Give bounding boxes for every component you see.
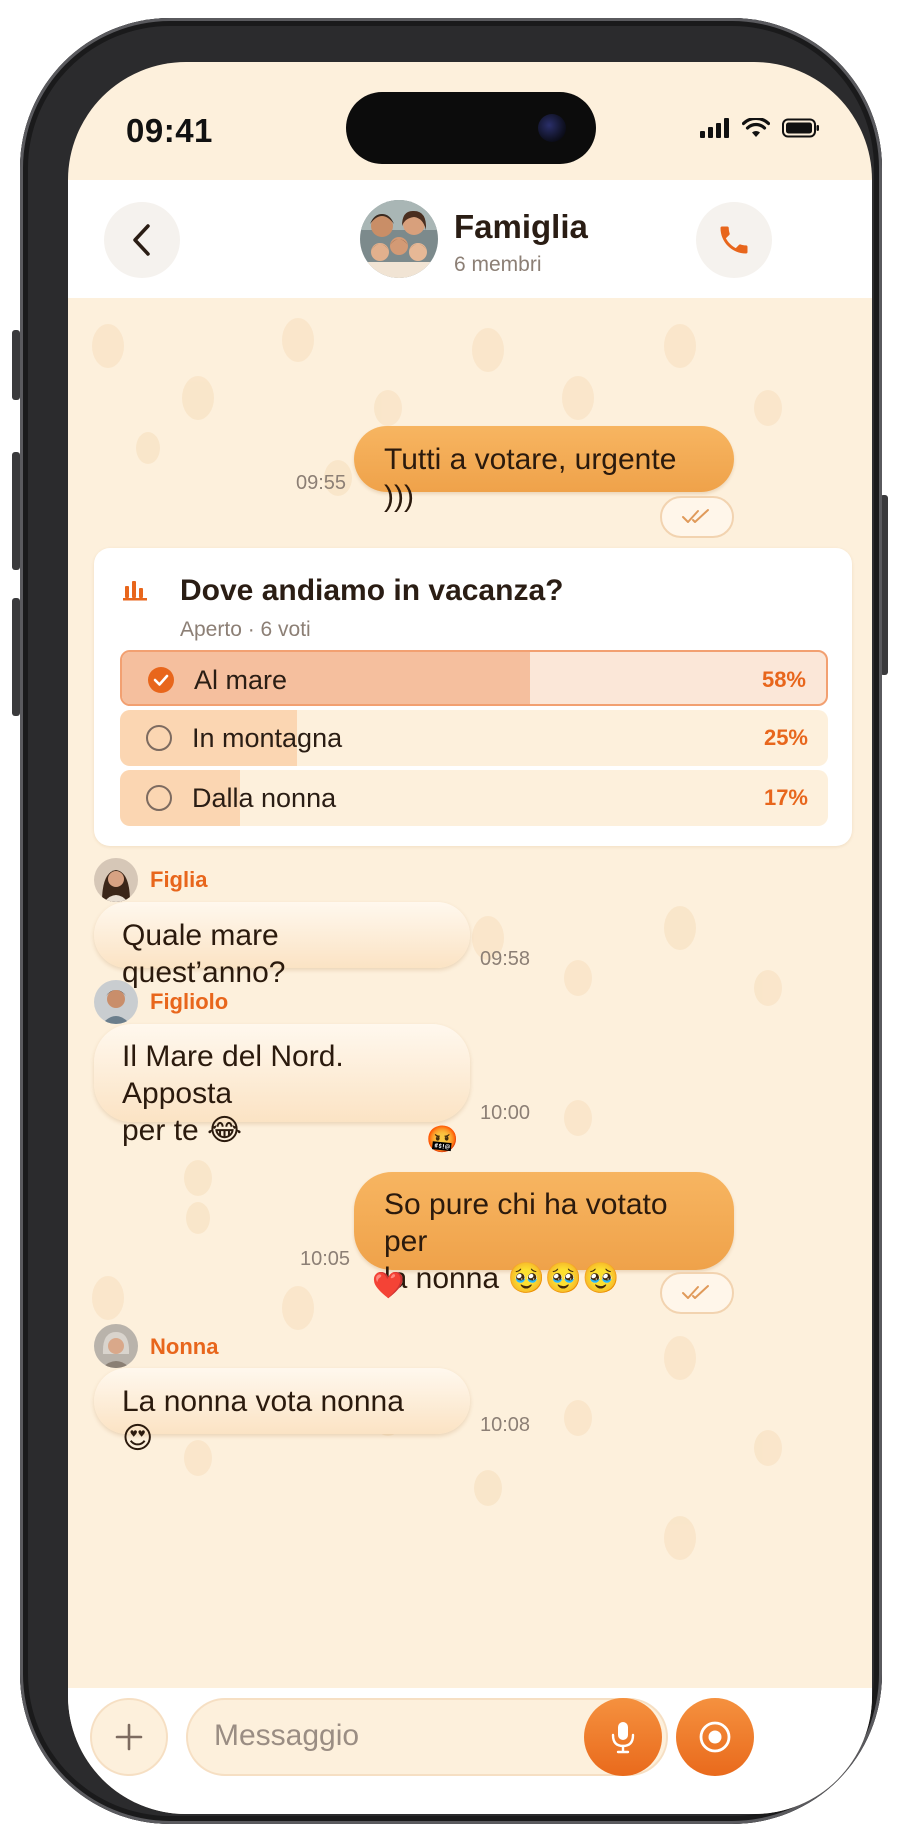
poll-meta: Aperto · 6 voti <box>180 618 311 641</box>
signal-icon <box>700 118 729 138</box>
poll-option-label: Dalla nonna <box>192 783 337 813</box>
action-button <box>12 330 20 400</box>
double-check-icon <box>682 509 709 523</box>
group-photo-icon <box>360 200 438 278</box>
microphone-icon <box>611 1722 635 1754</box>
chat-header: Famiglia 6 membri <box>68 180 872 298</box>
poll-option-label: Al mare <box>194 665 288 695</box>
volume-up-button <box>12 452 20 570</box>
message-text-line: So pure chi ha votato per <box>384 1188 668 1258</box>
incoming-message[interactable]: Il Mare del Nord. Apposta per te 😂 <box>94 1024 470 1147</box>
reaction-emoji[interactable]: 🤬 <box>426 1124 458 1154</box>
avatar[interactable] <box>94 980 138 1024</box>
radio-icon <box>146 785 172 811</box>
poll-option-label: In montagna <box>192 723 343 753</box>
incoming-message[interactable]: La nonna vota nonna 😍 <box>94 1368 470 1455</box>
outgoing-message[interactable]: Tutti a votare, urgente ))) <box>354 426 734 513</box>
poll-option-fill <box>122 652 531 704</box>
outgoing-message[interactable]: So pure chi ha votato per la nonna 🥹🥹🥹 <box>354 1172 734 1295</box>
poll-question: Dove andiamo in vacanza? <box>180 574 564 607</box>
phone-icon <box>720 226 748 254</box>
group-avatar[interactable] <box>360 200 438 278</box>
status-time: 09:41 <box>126 112 213 149</box>
phone-frame: 09:41 Famiglia 6 membri 09:55 Tutti a vo… <box>20 18 882 1824</box>
message-time: 10:00 <box>480 1102 531 1124</box>
dynamic-island <box>346 92 596 164</box>
message-time: 09:55 <box>296 472 347 494</box>
checkmark-icon <box>148 667 174 693</box>
message-time: 10:08 <box>480 1414 531 1436</box>
sender-name: Figlia <box>150 867 208 892</box>
read-status <box>660 496 734 538</box>
chat-title: Famiglia <box>454 208 588 245</box>
message-list[interactable]: 09:55 Tutti a votare, urgente ))) Dove a… <box>68 298 872 1688</box>
plus-icon <box>115 1723 143 1751</box>
poll-option[interactable]: Dalla nonna 17% <box>120 770 828 826</box>
message-text-line: la nonna 🥹🥹🥹 <box>384 1262 620 1295</box>
voice-message-button[interactable] <box>584 1698 662 1776</box>
back-button[interactable] <box>104 202 180 278</box>
video-circle-icon <box>699 1721 731 1753</box>
poll-option[interactable]: Al mare 58% <box>120 650 828 706</box>
poll-card: Dove andiamo in vacanza? Aperto · 6 voti… <box>94 548 852 846</box>
poll-option[interactable]: In montagna 25% <box>120 710 828 766</box>
volume-down-button <box>12 598 20 716</box>
bar-chart-icon <box>123 581 147 601</box>
status-bar: 09:41 <box>68 62 872 180</box>
message-time: 09:58 <box>480 948 531 970</box>
call-button[interactable] <box>696 202 772 278</box>
chevron-left-icon <box>133 224 150 256</box>
read-status <box>660 1272 734 1314</box>
message-text-line: per te 😂 <box>122 1114 243 1147</box>
sender-name: Nonna <box>150 1334 219 1359</box>
poll-option-percent: 17% <box>763 785 808 810</box>
attach-button[interactable] <box>90 1698 168 1776</box>
double-check-icon <box>682 1285 709 1299</box>
video-message-button[interactable] <box>676 1698 754 1776</box>
camera-icon <box>538 114 566 142</box>
wifi-icon <box>742 118 770 137</box>
reaction-emoji[interactable]: ❤️ <box>372 1270 404 1300</box>
message-text: Quale mare quest’anno? <box>122 919 286 989</box>
poll-option-percent: 25% <box>763 725 808 750</box>
avatar[interactable] <box>94 858 138 902</box>
status-icons <box>700 118 820 138</box>
incoming-message[interactable]: Quale mare quest’anno? <box>94 902 470 989</box>
chat-subtitle: 6 membri <box>454 253 542 276</box>
composer-bar: Messaggio <box>68 1688 872 1814</box>
radio-icon <box>146 725 172 751</box>
screen: 09:41 Famiglia 6 membri 09:55 Tutti a vo… <box>68 62 872 1814</box>
message-text-line: Il Mare del Nord. Apposta <box>122 1040 344 1110</box>
battery-icon <box>782 118 819 138</box>
sender-name: Figliolo <box>150 989 229 1014</box>
message-time: 10:05 <box>300 1248 351 1270</box>
avatar[interactable] <box>94 1324 138 1368</box>
poll-option-percent: 58% <box>761 667 806 692</box>
